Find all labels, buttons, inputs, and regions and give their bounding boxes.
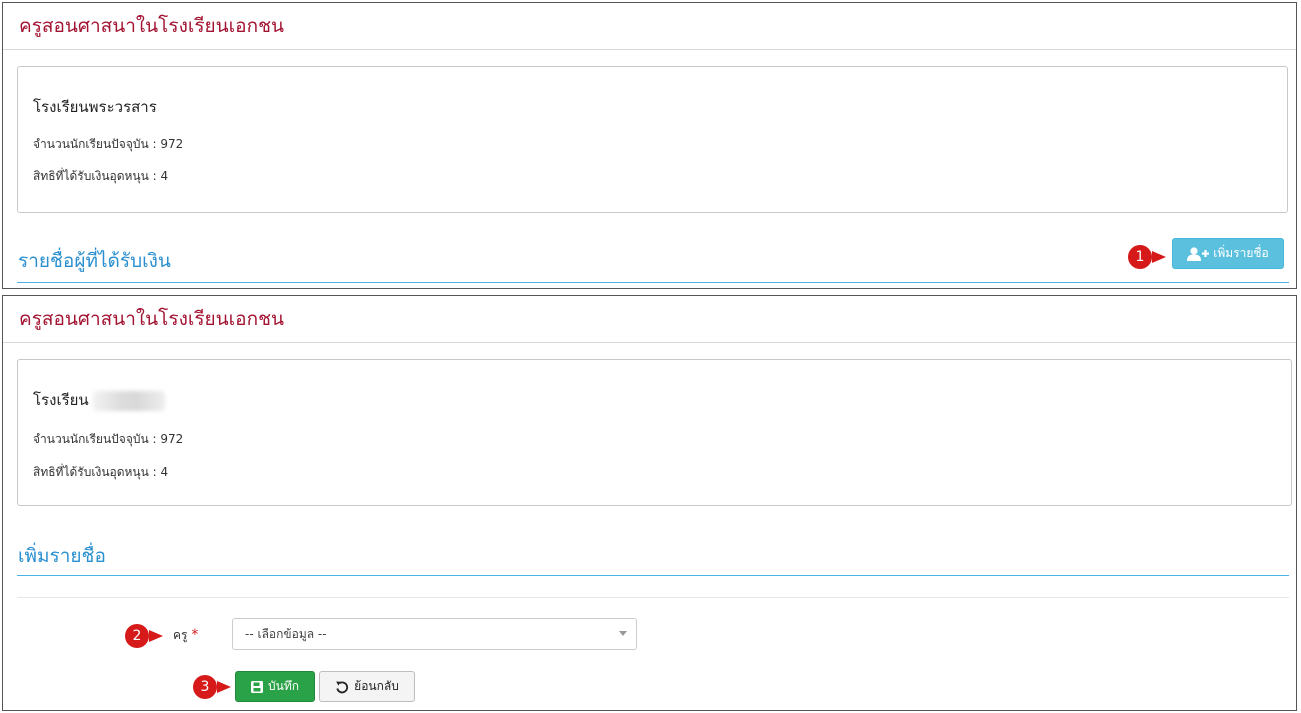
panel-header: ครูสอนศาสนาในโรงเรียนเอกชน xyxy=(3,3,1296,50)
back-label: ย้อนกลับ xyxy=(354,679,399,693)
student-count: จำนวนนักเรียนปัจจุบัน : 972 xyxy=(33,137,184,151)
pointer-arrow-icon xyxy=(1152,251,1166,263)
pointer-arrow-icon xyxy=(217,681,231,693)
school-info-card: โรงเรียนพระวรสาร จำนวนนักเรียนปัจจุบัน :… xyxy=(17,66,1288,213)
save-button[interactable]: บันทึก xyxy=(235,671,315,702)
panel-school-summary: ครูสอนศาสนาในโรงเรียนเอกชน โรงเรียนพระวร… xyxy=(2,2,1297,289)
add-name-label: เพิ่มรายชื่อ xyxy=(1213,246,1269,260)
user-plus-icon xyxy=(1187,246,1210,261)
required-mark: * xyxy=(191,627,199,643)
step-badge-2: 2 xyxy=(125,624,149,648)
section-divider xyxy=(17,575,1289,576)
floppy-disk-icon xyxy=(251,680,263,693)
chevron-down-icon xyxy=(619,631,627,636)
pointer-arrow-icon xyxy=(149,630,163,642)
teacher-label-text: ครู xyxy=(173,628,188,642)
section-title-recipients: รายชื่อผู้ที่ได้รับเงิน xyxy=(18,250,171,272)
school-name: โรงเรียน xyxy=(33,388,165,412)
school-info-card: โรงเรียน จำนวนนักเรียนปัจจุบัน : 972 สิท… xyxy=(17,359,1292,506)
panel-header: ครูสอนศาสนาในโรงเรียนเอกชน xyxy=(3,296,1296,343)
save-label: บันทึก xyxy=(268,679,299,693)
subsidy-rights: สิทธิที่ได้รับเงินอุดหนุน : 4 xyxy=(33,465,169,479)
panel-add-name-form: ครูสอนศาสนาในโรงเรียนเอกชน โรงเรียน จำนว… xyxy=(2,295,1297,711)
teacher-field-label: ครู * xyxy=(173,626,198,645)
undo-icon xyxy=(336,681,349,693)
add-name-button[interactable]: เพิ่มรายชื่อ xyxy=(1172,238,1284,269)
section-divider xyxy=(17,282,1289,283)
school-name: โรงเรียนพระวรสาร xyxy=(33,98,157,116)
back-button[interactable]: ย้อนกลับ xyxy=(319,671,415,702)
step-badge-3: 3 xyxy=(193,675,217,699)
page-title: ครูสอนศาสนาในโรงเรียนเอกชน xyxy=(19,15,284,37)
teacher-select-value: -- เลือกข้อมูล -- xyxy=(245,626,327,641)
form-divider xyxy=(17,597,1289,598)
student-count: จำนวนนักเรียนปัจจุบัน : 972 xyxy=(33,432,184,446)
school-name-text: โรงเรียน xyxy=(33,391,89,409)
step-badge-1: 1 xyxy=(1128,245,1152,269)
section-title-add-name: เพิ่มรายชื่อ xyxy=(18,545,106,567)
subsidy-rights: สิทธิที่ได้รับเงินอุดหนุน : 4 xyxy=(33,169,169,183)
teacher-select[interactable]: -- เลือกข้อมูล -- xyxy=(232,618,637,650)
redacted-school-name xyxy=(92,390,165,411)
page-title: ครูสอนศาสนาในโรงเรียนเอกชน xyxy=(19,308,284,330)
